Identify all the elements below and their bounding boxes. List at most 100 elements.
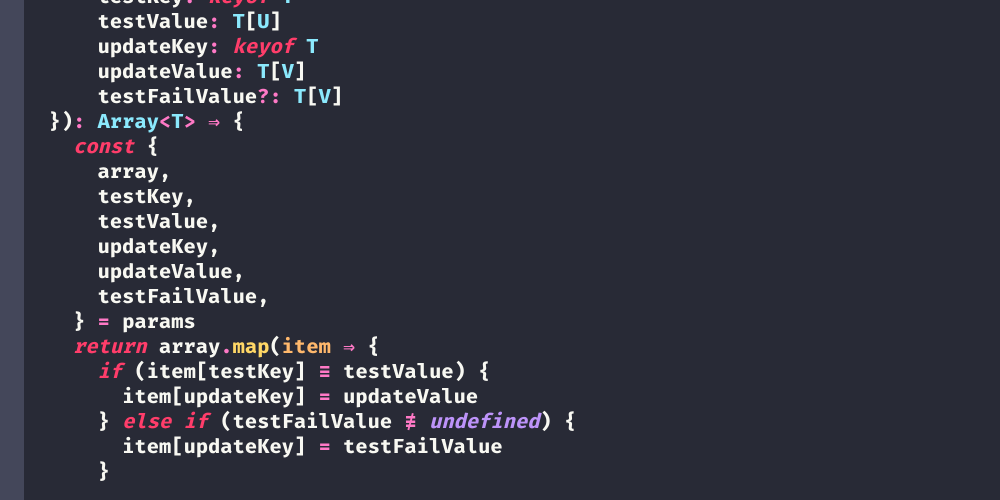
token-op: :	[233, 61, 258, 85]
token-op: ≢	[405, 411, 417, 435]
token-fg	[392, 411, 404, 435]
token-type: T	[233, 11, 245, 35]
token-br: [	[245, 11, 257, 35]
token-type: T	[306, 36, 318, 60]
token-fg	[331, 361, 343, 385]
token-type: T	[257, 61, 269, 85]
token-ident: updateKey	[184, 386, 294, 410]
token-br: (	[134, 361, 146, 385]
token-br: )	[540, 411, 552, 435]
token-br: )	[61, 111, 73, 135]
token-fg	[331, 386, 343, 410]
token-fn: map	[233, 336, 270, 360]
token-ident: updateKey	[184, 436, 294, 460]
token-ident: testFailValue	[343, 436, 503, 460]
token-fg	[220, 111, 232, 135]
token-op: =	[319, 436, 331, 460]
editor-gutter	[0, 0, 24, 500]
token-fg	[355, 336, 367, 360]
token-br: }	[98, 411, 123, 435]
token-type: U	[257, 11, 269, 35]
code-line: testValue: T[U]	[24, 11, 576, 36]
token-ident: testValue	[343, 361, 453, 385]
token-ident: updateValue	[98, 61, 233, 85]
token-br: [	[171, 386, 183, 410]
token-op: ⇒	[208, 111, 220, 135]
token-op: =	[319, 386, 331, 410]
token-op: :	[73, 111, 98, 135]
token-kw: const	[73, 136, 147, 160]
token-fg	[306, 386, 318, 410]
code-line: } else if (testFailValue ≢ undefined) {	[24, 411, 576, 436]
token-kw: return	[73, 336, 159, 360]
token-br: }	[49, 111, 61, 135]
token-op: :	[184, 0, 209, 10]
code-line: testFailValue,	[24, 286, 576, 311]
code-line: const {	[24, 136, 576, 161]
token-br: ]	[294, 386, 306, 410]
token-fg	[417, 411, 429, 435]
token-br: {	[478, 361, 490, 385]
code-line: testKey,	[24, 186, 576, 211]
token-br: [	[196, 361, 208, 385]
token-op: ≡	[319, 361, 331, 385]
token-op: .	[220, 336, 232, 360]
token-br: ]	[294, 361, 306, 385]
code-line: }	[24, 461, 576, 486]
token-ident: testFailValue	[98, 86, 258, 110]
code-line: return array.map(item ⇒ {	[24, 336, 576, 361]
token-br: {	[564, 411, 576, 435]
token-op: :	[208, 36, 233, 60]
token-fg	[306, 436, 318, 460]
code-line: testValue,	[24, 211, 576, 236]
token-type: V	[282, 61, 294, 85]
code-line: if (item[testKey] ≡ testValue) {	[24, 361, 576, 386]
code-line: testFailValue?: T[V]	[24, 86, 576, 111]
code-line: updateKey,	[24, 236, 576, 261]
code-line: item[updateKey] = testFailValue	[24, 436, 576, 461]
token-ident: testValue	[98, 211, 208, 235]
token-op: =	[98, 311, 110, 335]
token-type: Array	[98, 111, 159, 135]
token-op: >	[184, 111, 196, 135]
token-punc: ,	[257, 286, 269, 310]
token-br: }	[73, 311, 98, 335]
code-editor: testKey: keyof T testValue: T[U] updateK…	[0, 0, 1000, 500]
token-ident: testValue	[98, 11, 208, 35]
token-kw: keyof	[208, 0, 282, 10]
token-ident: testKey	[98, 186, 184, 210]
token-fg	[466, 361, 478, 385]
token-br: {	[147, 136, 159, 160]
token-br: {	[367, 336, 379, 360]
token-fg	[552, 411, 564, 435]
token-br: }	[98, 461, 110, 485]
token-ident: testFailValue	[98, 286, 258, 310]
token-op: ?:	[257, 86, 294, 110]
token-br: [	[171, 436, 183, 460]
token-param: item	[282, 336, 343, 360]
code-line: } = params	[24, 311, 576, 336]
token-fg	[306, 361, 318, 385]
token-fg	[196, 111, 208, 135]
token-ident: testFailValue	[233, 411, 393, 435]
token-punc: ,	[208, 236, 220, 260]
token-br: ]	[294, 61, 306, 85]
token-kw: if	[98, 361, 135, 385]
token-br: {	[232, 111, 244, 135]
token-punc: ,	[208, 211, 220, 235]
token-punc: ,	[159, 161, 171, 185]
token-br: [	[306, 86, 318, 110]
token-ident: updateValue	[98, 261, 233, 285]
token-ident: array	[159, 336, 220, 360]
token-type: T	[294, 86, 306, 110]
token-br: (	[270, 336, 282, 360]
code-block: testKey: keyof T testValue: T[U] updateK…	[24, 0, 576, 486]
token-op: :	[208, 11, 233, 35]
token-type: V	[319, 86, 331, 110]
token-ident: item	[122, 386, 171, 410]
token-br: ]	[270, 11, 282, 35]
token-punc: ,	[233, 261, 245, 285]
token-ident: item	[147, 361, 196, 385]
token-ident: testKey	[208, 361, 294, 385]
token-ident: array	[98, 161, 159, 185]
